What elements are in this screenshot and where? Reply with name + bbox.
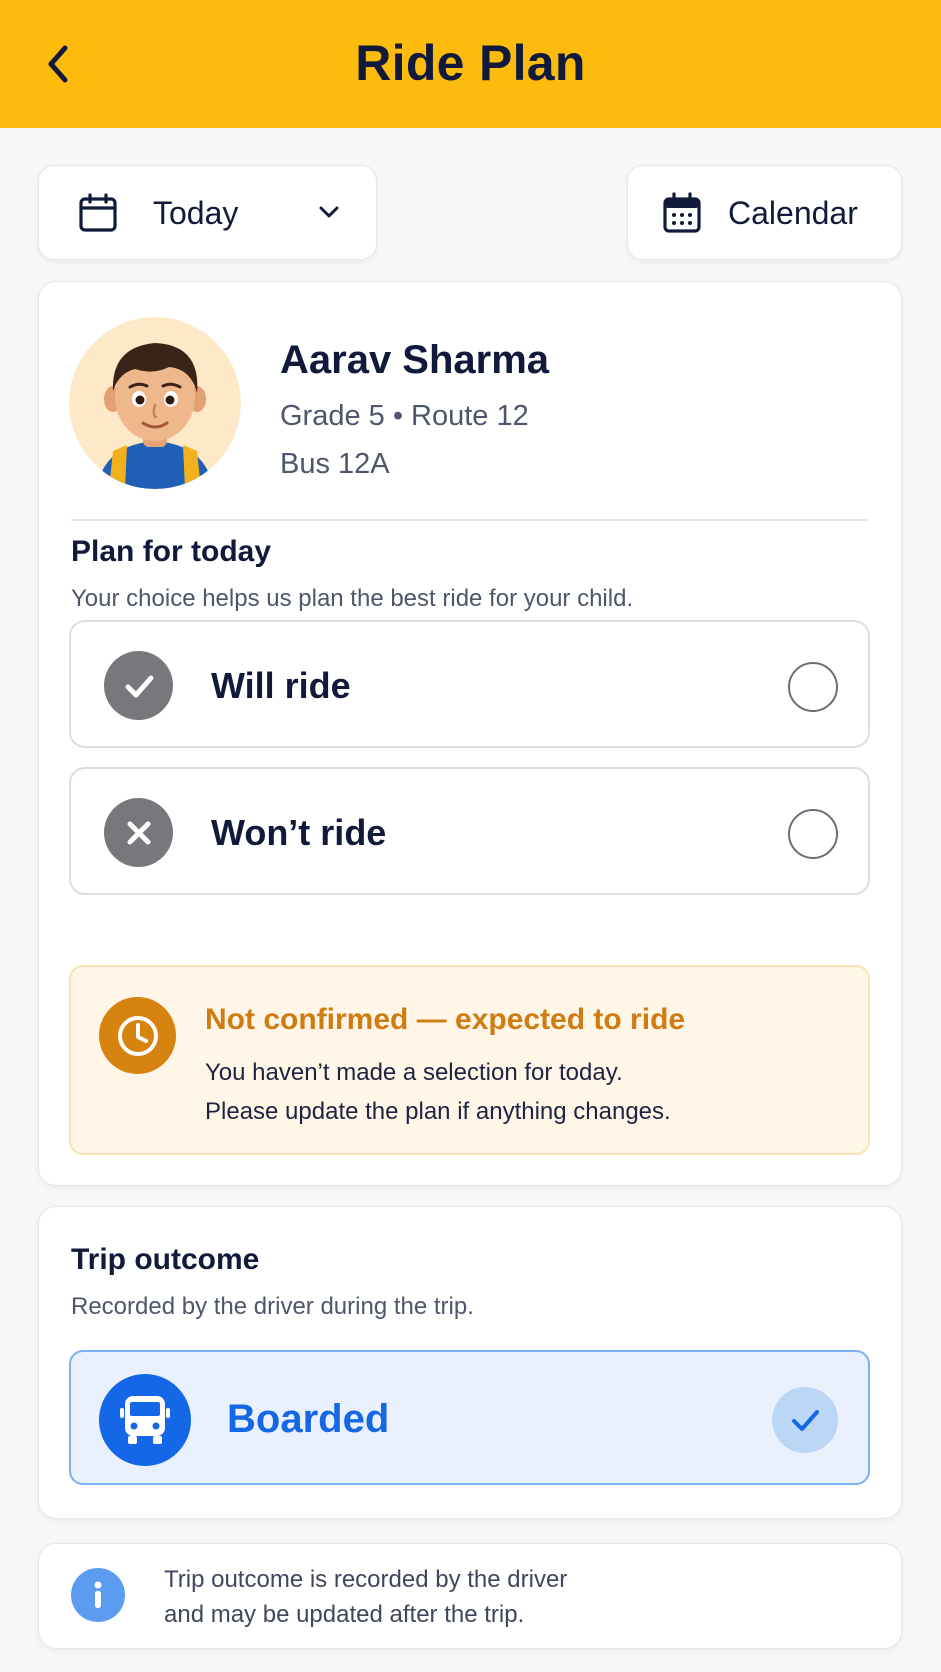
x-icon: [104, 798, 173, 867]
info-note: Trip outcome is recorded by the driver a…: [38, 1543, 902, 1649]
calendar-button[interactable]: Calendar: [627, 165, 902, 260]
trip-status-boarded: Boarded: [69, 1350, 870, 1485]
plan-title: Plan for today: [71, 535, 272, 568]
date-dropdown[interactable]: Today: [38, 165, 377, 260]
will-ride-radio[interactable]: [788, 662, 838, 712]
info-icon: [71, 1568, 125, 1622]
chevron-down-icon: [319, 206, 339, 218]
calendar-icon: [79, 193, 117, 232]
child-name: Aarav Sharma: [280, 338, 550, 382]
notice-text-line1: You haven’t made a selection for today.: [205, 1059, 623, 1086]
trip-title: Trip outcome: [71, 1243, 260, 1276]
option-will-ride[interactable]: Will ride: [69, 620, 870, 748]
status-notice: Not confirmed — expected to ride You hav…: [69, 965, 870, 1155]
clock-icon: [99, 997, 176, 1074]
date-dropdown-label: Today: [153, 195, 239, 231]
info-text-line1: Trip outcome is recorded by the driver: [164, 1566, 568, 1593]
notice-title: Not confirmed — expected to ride: [205, 1003, 686, 1036]
check-icon: [104, 651, 173, 720]
option-will-ride-label: Will ride: [211, 665, 351, 706]
bus-icon: [99, 1374, 191, 1466]
notice-text-line2: Please update the plan if anything chang…: [205, 1098, 671, 1125]
avatar: [69, 317, 241, 489]
child-bus: Bus 12A: [280, 448, 390, 480]
trip-outcome-card: Trip outcome Recorded by the driver duri…: [38, 1206, 902, 1519]
check-icon: [772, 1387, 838, 1453]
wont-ride-radio[interactable]: [788, 809, 838, 859]
app-header: Ride Plan: [0, 0, 941, 128]
trip-subtitle: Recorded by the driver during the trip.: [71, 1293, 474, 1320]
calendar-button-label: Calendar: [728, 195, 858, 231]
page-title: Ride Plan: [355, 35, 586, 91]
child-grade-route: Grade 5 • Route 12: [280, 400, 529, 432]
divider: [71, 519, 869, 521]
option-wont-ride[interactable]: Won’t ride: [69, 767, 870, 895]
trip-status-label: Boarded: [227, 1397, 390, 1441]
option-wont-ride-label: Won’t ride: [211, 812, 387, 853]
plan-subtitle: Your choice helps us plan the best ride …: [71, 585, 634, 612]
ride-plan-card: Aarav Sharma Grade 5 • Route 12 Bus 12A …: [38, 281, 902, 1186]
calendar-grid-icon: [663, 192, 701, 233]
info-text-line2: and may be updated after the trip.: [164, 1601, 525, 1628]
